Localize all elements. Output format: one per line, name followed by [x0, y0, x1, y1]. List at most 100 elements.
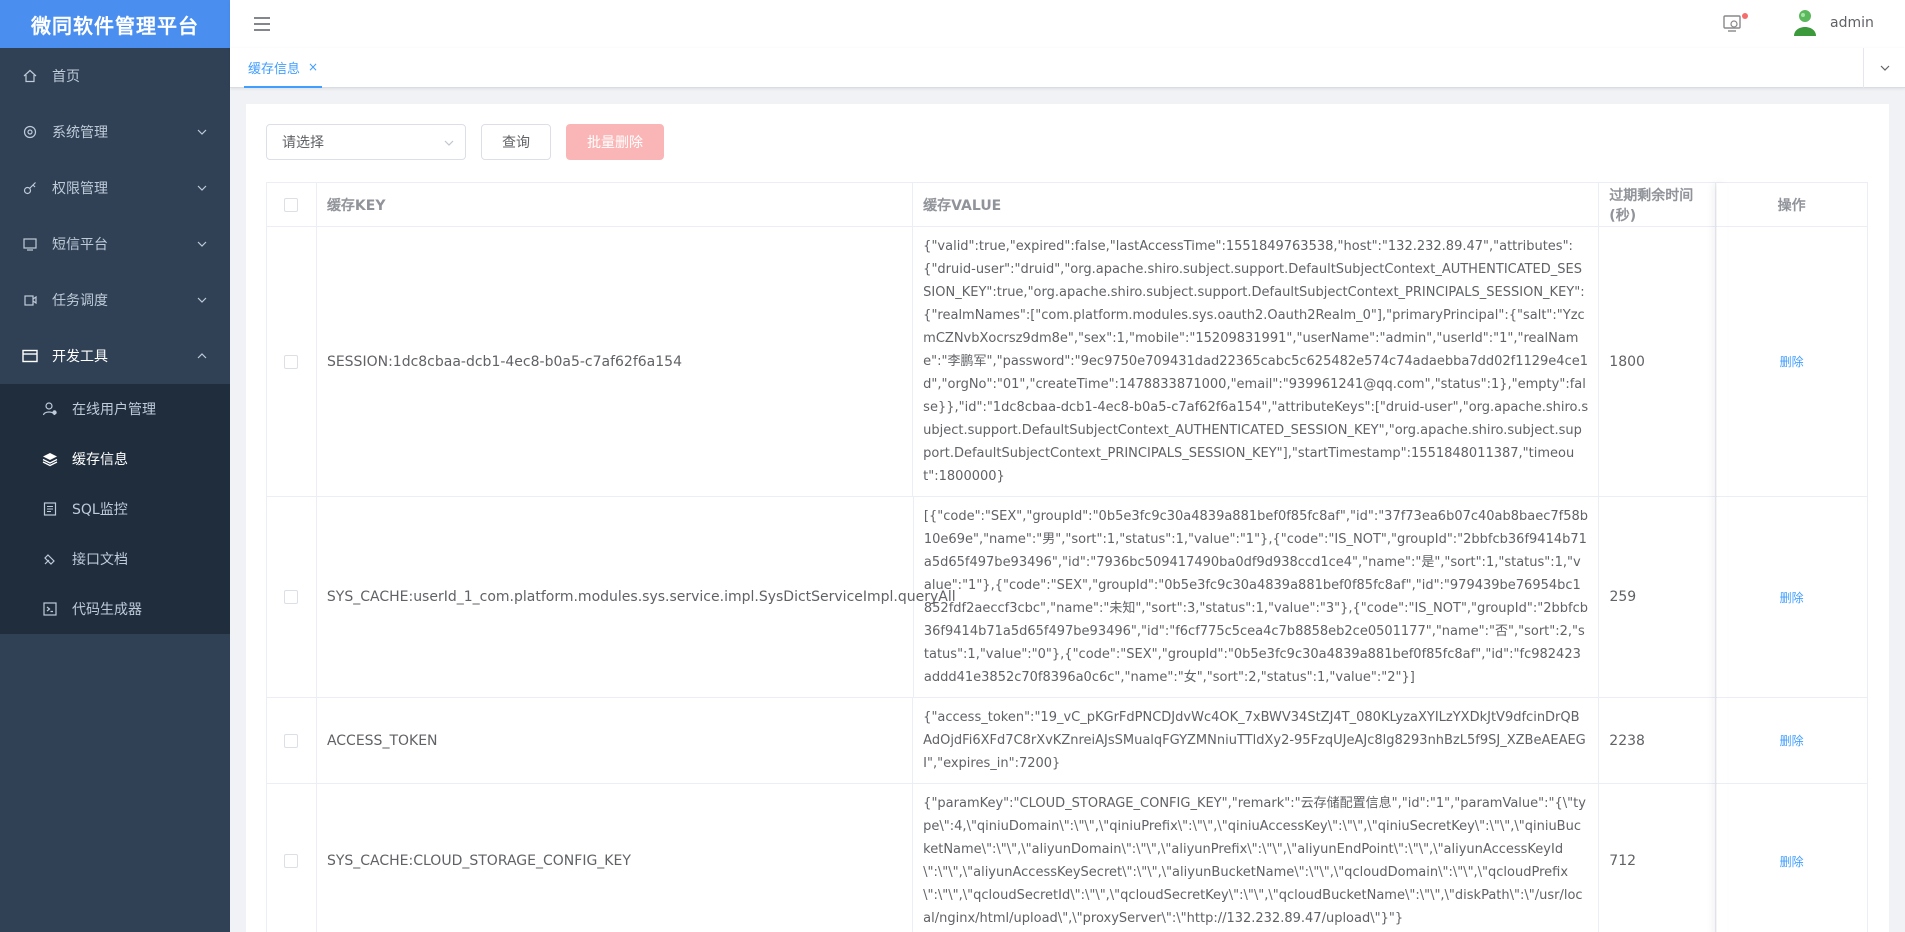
- cell-action: 删除: [1716, 227, 1867, 496]
- chevron-down-icon: [197, 185, 207, 191]
- sidebar-item-label: 接口文档: [72, 552, 128, 568]
- cell-expire: 712: [1599, 784, 1717, 932]
- chevron-down-icon: [1880, 65, 1889, 71]
- chevron-down-icon: [197, 241, 207, 247]
- cell-key: SYS_CACHE:userId_1_com.platform.modules.…: [317, 497, 956, 697]
- top-header: admin: [230, 0, 1905, 48]
- table-header-row: 缓存KEY 缓存VALUE 过期剩余时间(秒) 操作: [267, 183, 1867, 227]
- sidebar-item-label: 缓存信息: [72, 452, 128, 468]
- table-row: SYS_CACHE:userId_1_com.platform.modules.…: [267, 497, 1867, 698]
- delete-link[interactable]: 删除: [1780, 353, 1804, 370]
- chevron-down-icon: [444, 140, 454, 146]
- cell-action: 删除: [1716, 497, 1867, 697]
- sidebar-item-label: 开发工具: [52, 349, 108, 365]
- row-checkbox-cell: [267, 497, 317, 697]
- row-checkbox[interactable]: [284, 733, 299, 748]
- chevron-down-icon: [197, 129, 207, 135]
- cell-value: {"paramKey":"CLOUD_STORAGE_CONFIG_KEY","…: [913, 784, 1600, 932]
- layers-icon: [42, 451, 58, 467]
- tag-cache-info[interactable]: 缓存信息 ×: [244, 48, 323, 88]
- toolbar: 请选择 查询 批量删除: [266, 124, 664, 160]
- cell-value: {"valid":true,"expired":false,"lastAcces…: [913, 227, 1600, 496]
- sidebar-item-sql-monitor[interactable]: SQL监控: [0, 484, 230, 534]
- sidebar-item-label: 短信平台: [52, 237, 108, 253]
- delete-link[interactable]: 删除: [1780, 853, 1804, 870]
- cell-key: SESSION:1dc8cbaa-dcb1-4ec8-b0a5-c7af62f6…: [317, 227, 914, 496]
- sidebar-item-label: 在线用户管理: [72, 402, 156, 418]
- sidebar-item-label: 系统管理: [52, 125, 108, 141]
- sidebar-item-permission[interactable]: 权限管理: [0, 160, 230, 216]
- tag-label: 缓存信息: [248, 61, 301, 77]
- sidebar-item-label: 代码生成器: [72, 602, 142, 618]
- row-checkbox-cell: [267, 698, 317, 783]
- delete-link[interactable]: 删除: [1780, 589, 1804, 606]
- gear-icon: [22, 124, 38, 140]
- tags-dropdown-button[interactable]: [1863, 48, 1905, 88]
- user-name[interactable]: admin: [1830, 15, 1874, 31]
- sidebar-item-home[interactable]: 首页: [0, 48, 230, 104]
- table-row: ACCESS_TOKEN {"access_token":"19_vC_pKGr…: [267, 698, 1867, 784]
- cell-value: {"access_token":"19_vC_pKGrFdPNCDJdvWc4O…: [913, 698, 1600, 783]
- sidebar-item-devtools[interactable]: 开发工具: [0, 328, 230, 384]
- hamburger-icon[interactable]: [252, 14, 272, 34]
- column-header-value: 缓存VALUE: [913, 183, 1600, 226]
- sidebar-item-label: SQL监控: [72, 502, 128, 518]
- api-doc-icon: [42, 551, 58, 567]
- toolbox-icon: [22, 348, 38, 364]
- row-checkbox-cell: [267, 784, 317, 932]
- cell-action: 删除: [1716, 698, 1867, 783]
- schedule-icon: [22, 292, 38, 308]
- cell-expire: 1800: [1599, 227, 1717, 496]
- message-icon: [22, 236, 38, 252]
- tags-view: 缓存信息 ×: [230, 48, 1905, 88]
- sidebar-item-schedule[interactable]: 任务调度: [0, 272, 230, 328]
- query-button[interactable]: 查询: [481, 124, 551, 160]
- sidebar-item-label: 权限管理: [52, 181, 108, 197]
- select-placeholder: 请选择: [282, 135, 324, 151]
- column-header-action: 操作: [1777, 197, 1806, 214]
- table-row: SYS_CACHE:CLOUD_STORAGE_CONFIG_KEY {"par…: [267, 784, 1867, 932]
- cache-table: 缓存KEY 缓存VALUE 过期剩余时间(秒) 操作 SESSION:1dc8c…: [266, 182, 1868, 932]
- table-row: SESSION:1dc8cbaa-dcb1-4ec8-b0a5-c7af62f6…: [267, 227, 1867, 497]
- cell-value: [{"code":"SEX","groupId":"0b5e3fc9c30a48…: [914, 497, 1600, 697]
- sidebar-item-label: 首页: [52, 69, 80, 85]
- notification-icon: [1723, 15, 1741, 32]
- avatar[interactable]: [1790, 8, 1820, 38]
- main-card: 请选择 查询 批量删除 缓存KEY 缓存VALUE 过期剩余时间(秒) 操作 S…: [246, 104, 1889, 932]
- sidebar-item-system[interactable]: 系统管理: [0, 104, 230, 160]
- column-header-expire: 过期剩余时间(秒): [1599, 183, 1717, 226]
- sidebar-item-api-docs[interactable]: 接口文档: [0, 534, 230, 584]
- sidebar-item-label: 任务调度: [52, 293, 108, 309]
- devtools-submenu: 在线用户管理 缓存信息 SQL监控 接口文档 代码生成器: [0, 384, 230, 634]
- select-all-checkbox[interactable]: [284, 197, 299, 212]
- cell-key: SYS_CACHE:CLOUD_STORAGE_CONFIG_KEY: [317, 784, 914, 932]
- user-online-icon: [42, 401, 58, 417]
- code-icon: [42, 601, 58, 617]
- cell-key: ACCESS_TOKEN: [317, 698, 914, 783]
- cell-action: 删除: [1716, 784, 1867, 932]
- sidebar-item-online-users[interactable]: 在线用户管理: [0, 384, 230, 434]
- row-checkbox-cell: [267, 227, 317, 496]
- app-logo-title[interactable]: 微同软件管理平台: [0, 0, 230, 48]
- sidebar-item-sms[interactable]: 短信平台: [0, 216, 230, 272]
- column-header-key: 缓存KEY: [317, 183, 914, 226]
- key-icon: [22, 180, 38, 196]
- sidebar-item-code-generator[interactable]: 代码生成器: [0, 584, 230, 634]
- delete-link[interactable]: 删除: [1780, 732, 1804, 749]
- notification-badge-dot: [1742, 13, 1748, 19]
- cell-expire: 2238: [1599, 698, 1717, 783]
- row-checkbox[interactable]: [284, 354, 299, 369]
- sidebar: 微同软件管理平台 首页 系统管理 权限管理 短信平台 任务调度 开发工具 在线用…: [0, 0, 230, 932]
- row-checkbox[interactable]: [284, 590, 299, 604]
- sidebar-item-cache-info[interactable]: 缓存信息: [0, 434, 230, 484]
- chevron-down-icon: [197, 297, 207, 303]
- monitor-icon: [42, 501, 58, 517]
- row-checkbox[interactable]: [284, 854, 299, 868]
- cache-type-select[interactable]: 请选择: [266, 124, 466, 160]
- home-icon: [22, 68, 38, 84]
- cell-expire: 259: [1599, 497, 1717, 697]
- batch-delete-button[interactable]: 批量删除: [566, 124, 664, 160]
- chevron-up-icon: [197, 353, 207, 359]
- close-icon[interactable]: ×: [308, 60, 318, 74]
- notification-button[interactable]: [1722, 12, 1748, 36]
